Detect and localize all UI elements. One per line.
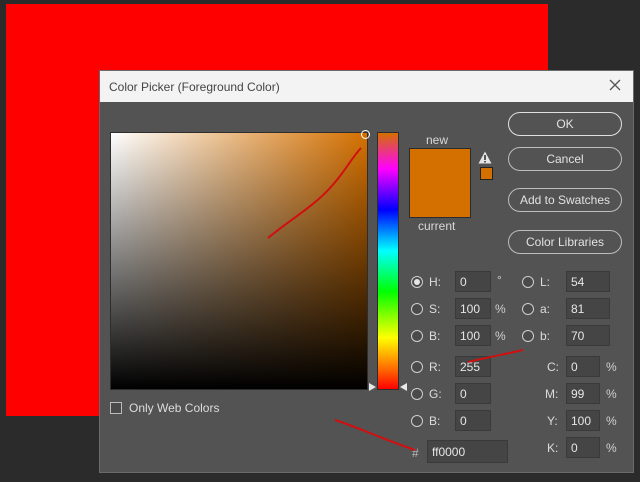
hue-slider[interactable] — [377, 132, 399, 390]
new-color-label: new — [426, 133, 449, 147]
c-input[interactable] — [566, 356, 600, 377]
label-hex: # — [412, 446, 419, 460]
label-b: B: — [429, 329, 441, 343]
hue-gradient — [378, 133, 398, 389]
b-input[interactable] — [455, 325, 491, 346]
radio-h[interactable] — [411, 276, 423, 288]
g-input[interactable] — [455, 383, 491, 404]
radio-l[interactable] — [522, 276, 534, 288]
color-preview-swatch[interactable] — [409, 148, 471, 218]
m-unit: % — [606, 387, 617, 401]
k-unit: % — [606, 441, 617, 455]
cancel-button[interactable]: Cancel — [508, 147, 622, 171]
radio-g[interactable] — [411, 388, 423, 400]
label-h: H: — [429, 275, 441, 289]
add-to-swatches-button[interactable]: Add to Swatches — [508, 188, 622, 212]
m-input[interactable] — [566, 383, 600, 404]
label-s: S: — [429, 302, 441, 316]
saturation-brightness-gradient — [111, 133, 367, 389]
label-a: a: — [540, 302, 551, 316]
r-input[interactable] — [455, 356, 491, 377]
title-bar: Color Picker (Foreground Color) — [100, 71, 633, 102]
lab-b-input[interactable] — [566, 325, 610, 346]
label-b-rgb: B: — [429, 414, 441, 428]
radio-a[interactable] — [522, 303, 534, 315]
close-icon[interactable] — [607, 77, 623, 93]
label-lab-b: b: — [540, 329, 551, 343]
h-input[interactable] — [455, 271, 491, 292]
gamut-correction-swatch[interactable] — [480, 167, 493, 180]
label-k: K: — [547, 441, 559, 455]
radio-b[interactable] — [411, 330, 423, 342]
only-web-colors-label: Only Web Colors — [129, 401, 220, 415]
color-field[interactable] — [110, 130, 370, 390]
radio-lab-b[interactable] — [522, 330, 534, 342]
current-color-label: current — [418, 219, 456, 233]
k-input[interactable] — [566, 437, 600, 458]
dialog-title: Color Picker (Foreground Color) — [109, 80, 280, 94]
label-r: R: — [429, 360, 441, 374]
h-unit: ° — [497, 273, 502, 287]
radio-b-rgb[interactable] — [411, 415, 423, 427]
c-unit: % — [606, 360, 617, 374]
label-l: L: — [540, 275, 551, 289]
l-input[interactable] — [566, 271, 610, 292]
color-libraries-button[interactable]: Color Libraries — [508, 230, 622, 254]
y-unit: % — [606, 414, 617, 428]
color-field-marker[interactable] — [361, 130, 370, 139]
hue-slider-right-arrow-icon[interactable] — [398, 382, 408, 392]
color-picker-dialog: Color Picker (Foreground Color) new curr… — [99, 70, 634, 473]
radio-r[interactable] — [411, 361, 423, 373]
hue-slider-left-arrow-icon[interactable] — [368, 382, 378, 392]
label-y: Y: — [547, 414, 558, 428]
label-m: M: — [545, 387, 559, 401]
s-input[interactable] — [455, 298, 491, 319]
label-g: G: — [429, 387, 442, 401]
only-web-colors-checkbox[interactable] — [110, 402, 122, 414]
out-of-gamut-warning-icon[interactable] — [478, 151, 492, 164]
b-unit: % — [495, 329, 506, 343]
b-rgb-input[interactable] — [455, 410, 491, 431]
label-c: C: — [547, 360, 559, 374]
ok-button[interactable]: OK — [508, 112, 622, 136]
hex-input[interactable] — [427, 440, 508, 463]
radio-s[interactable] — [411, 303, 423, 315]
y-input[interactable] — [566, 410, 600, 431]
a-input[interactable] — [566, 298, 610, 319]
s-unit: % — [495, 302, 506, 316]
